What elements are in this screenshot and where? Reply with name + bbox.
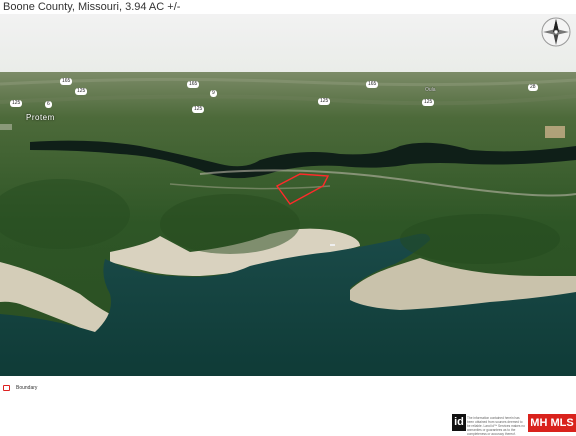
terrain-render [0, 14, 576, 376]
road-label: 125 [75, 88, 88, 95]
compass-icon[interactable] [540, 16, 572, 48]
road-label: 165 [187, 81, 200, 88]
road-label: 165 [60, 78, 73, 85]
road-label: 125 [318, 98, 331, 105]
mls-badge: MH MLS [528, 414, 576, 432]
map-legend: Boundary [3, 383, 37, 393]
landid-logo: id [452, 414, 466, 431]
footer-disclaimer: The information contained herein has bee… [467, 416, 525, 436]
road-label: 9 [210, 90, 217, 97]
road-label: 6 [45, 101, 52, 108]
road-label: 125 [192, 106, 205, 113]
road-label: 28 [528, 84, 538, 91]
road-label: 125 [10, 100, 23, 107]
page-title: Boone County, Missouri, 3.94 AC +/- [3, 1, 181, 13]
boundary-swatch-icon [3, 385, 10, 391]
road-label: 125 [422, 99, 435, 106]
legend-label: Boundary [16, 385, 38, 391]
place-label: Oula [425, 87, 436, 93]
town-label: Protem [26, 113, 55, 122]
road-label: 165 [366, 81, 379, 88]
aerial-map[interactable]: 165 125 125 6 165 9 125 125 165 125 28 P… [0, 14, 576, 376]
